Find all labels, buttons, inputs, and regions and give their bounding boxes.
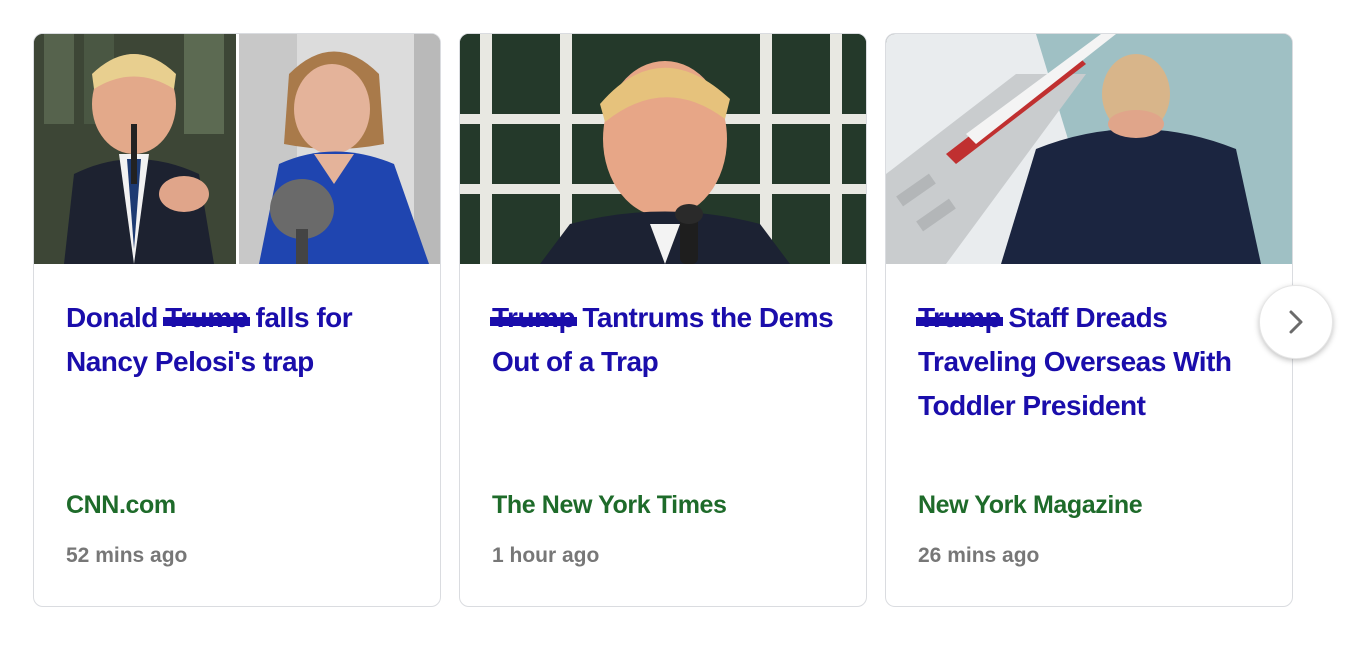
headline-text-pre: Donald (66, 302, 166, 333)
news-card[interactable]: Trump Staff Dreads Traveling Overseas Wi… (885, 33, 1293, 607)
carousel-next-button[interactable] (1259, 285, 1333, 359)
news-source: New York Magazine (918, 491, 1143, 519)
news-carousel: Donald Trump falls for Nancy Pelosi's tr… (33, 33, 1293, 607)
news-thumbnail[interactable] (460, 34, 866, 264)
redacted-word: Trump (163, 296, 251, 340)
news-headline[interactable]: Trump Tantrums the Dems Out of a Trap (489, 296, 842, 384)
news-time: 1 hour ago (492, 544, 600, 567)
news-card[interactable]: Trump Tantrums the Dems Out of a Trap Th… (459, 33, 867, 607)
news-headline[interactable]: Donald Trump falls for Nancy Pelosi's tr… (66, 296, 416, 384)
news-source: CNN.com (66, 491, 176, 519)
news-thumbnail[interactable] (34, 34, 440, 264)
redacted-word: Trump (489, 296, 578, 340)
redacted-word: Trump (915, 296, 1004, 340)
news-time: 52 mins ago (66, 544, 188, 567)
news-source: The New York Times (492, 491, 727, 519)
news-time: 26 mins ago (918, 544, 1040, 567)
news-card[interactable]: Donald Trump falls for Nancy Pelosi's tr… (33, 33, 441, 607)
news-thumbnail[interactable] (886, 34, 1292, 264)
news-headline[interactable]: Trump Staff Dreads Traveling Overseas Wi… (915, 296, 1268, 428)
chevron-right-icon (1289, 310, 1303, 334)
